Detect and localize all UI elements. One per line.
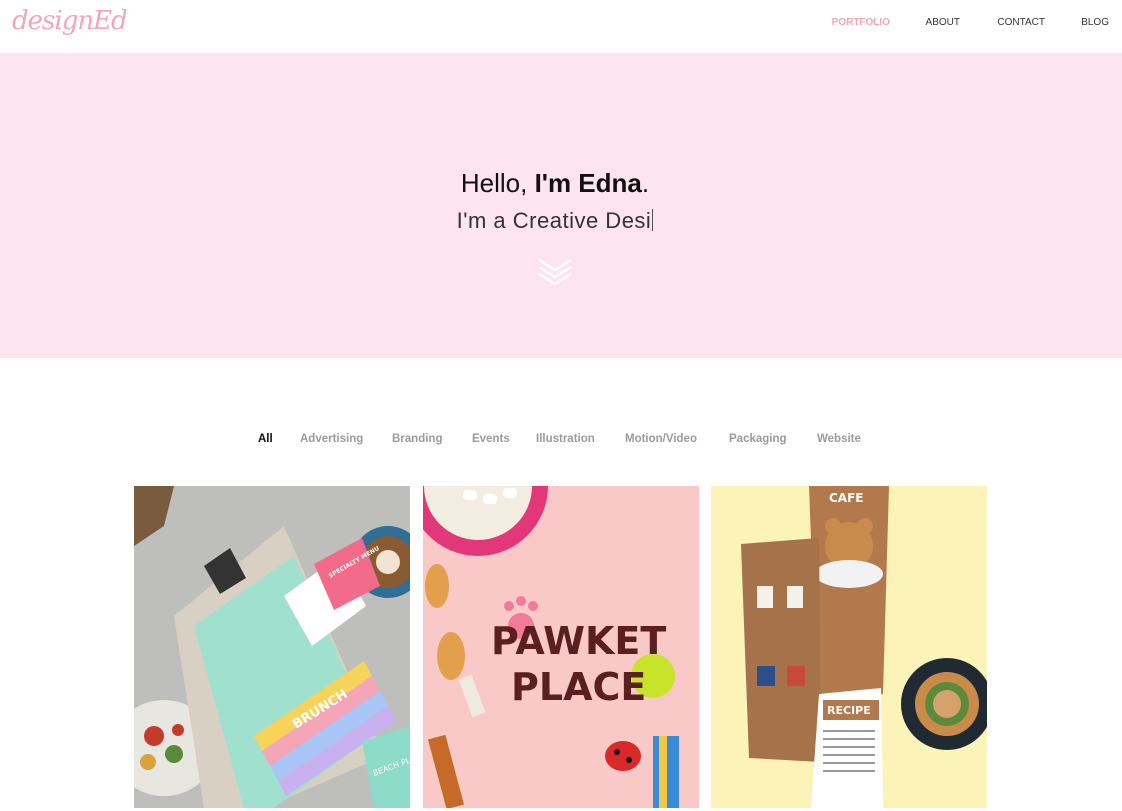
filter-branding[interactable]: Branding: [392, 433, 442, 445]
filter-events[interactable]: Events: [472, 433, 510, 445]
nav-about[interactable]: ABOUT: [926, 17, 960, 28]
cafe-label: CAFE: [829, 491, 864, 505]
brunch-menu-image: BRUNCH SPECIALTY MENU BEACH PLEASE: [134, 486, 410, 808]
nav-contact[interactable]: CONTACT: [997, 17, 1045, 28]
typing-cursor: [652, 209, 654, 231]
hero-name: I'm Edna: [534, 168, 642, 198]
hero-punct: .: [641, 168, 650, 198]
hero-subtitle-text: I'm a Creative Desi: [456, 208, 652, 233]
portfolio-item-brunch[interactable]: BRUNCH SPECIALTY MENU BEACH PLEASE: [134, 486, 410, 808]
hero-heading: Hello, I'm Edna.: [0, 168, 1110, 199]
filter-all[interactable]: All: [258, 433, 273, 445]
recipe-label: RECIPE: [827, 704, 871, 717]
pawket-place-image: PAWKET PLACE: [423, 486, 699, 808]
filter-packaging[interactable]: Packaging: [729, 433, 787, 445]
pawket-title: PAWKET: [491, 619, 666, 663]
filter-motion-video[interactable]: Motion/Video: [625, 433, 697, 445]
nav-blog[interactable]: BLOG: [1081, 17, 1109, 28]
filter-advertising[interactable]: Advertising: [300, 433, 363, 445]
filter-illustration[interactable]: Illustration: [536, 433, 595, 445]
portfolio-item-pawket-place[interactable]: PAWKET PLACE: [423, 486, 699, 808]
logo[interactable]: designEd: [12, 6, 128, 36]
portfolio-filters: All Advertising Branding Events Illustra…: [0, 433, 1122, 449]
site-header: designEd PORTFOLIO ABOUT CONTACT BLOG: [0, 0, 1122, 53]
cafe-recipe-image: CAFE RECIPE: [711, 486, 987, 808]
scroll-down-icon[interactable]: [537, 258, 573, 290]
place-title: PLACE: [511, 665, 646, 709]
nav-portfolio[interactable]: PORTFOLIO: [832, 17, 890, 28]
filter-website[interactable]: Website: [817, 433, 861, 445]
portfolio-item-cafe[interactable]: CAFE RECIPE: [711, 486, 987, 808]
hero-subtitle: I'm a Creative Desi: [0, 208, 1110, 234]
hero-greeting: Hello,: [460, 168, 535, 198]
hero-section: Hello, I'm Edna. I'm a Creative Desi: [0, 53, 1122, 358]
